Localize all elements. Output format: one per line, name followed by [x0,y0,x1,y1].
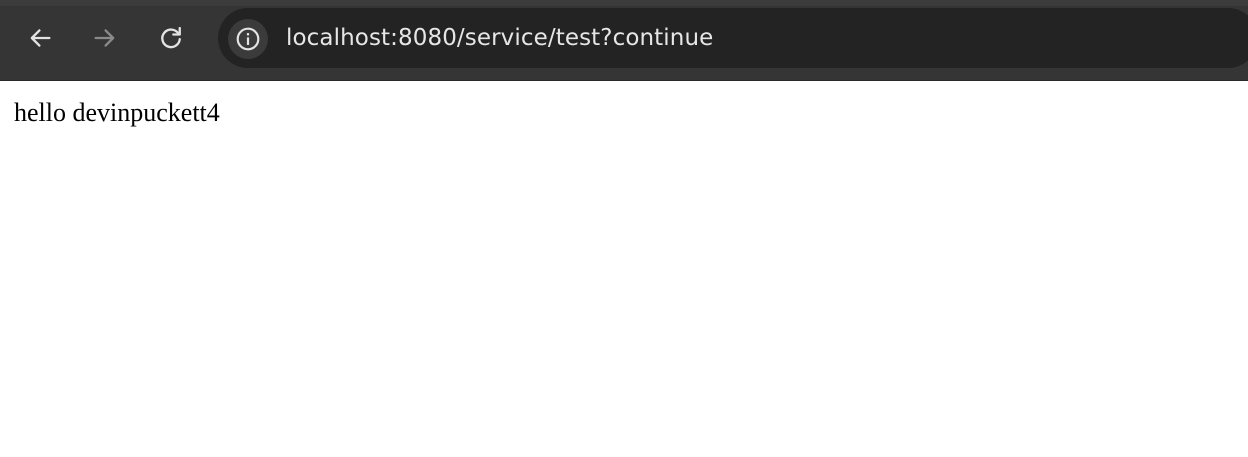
url-text[interactable]: localhost:8080/service/test?continue [286,23,713,53]
reload-button[interactable] [153,20,189,56]
arrow-left-icon [30,29,51,47]
browser-toolbar: localhost:8080/service/test?continue [0,0,1248,81]
browser-toolbar-inner: localhost:8080/service/test?continue [0,6,1248,81]
site-info-button[interactable] [228,19,268,59]
address-bar[interactable]: localhost:8080/service/test?continue [218,8,1248,68]
back-button[interactable] [22,20,58,56]
reload-icon [161,26,181,49]
greeting-text: hello devinpuckett4 [14,98,220,127]
info-icon [236,27,260,51]
forward-button[interactable] [87,20,123,56]
page-content: hello devinpuckett4 [0,81,1248,457]
arrow-right-icon [94,29,115,47]
